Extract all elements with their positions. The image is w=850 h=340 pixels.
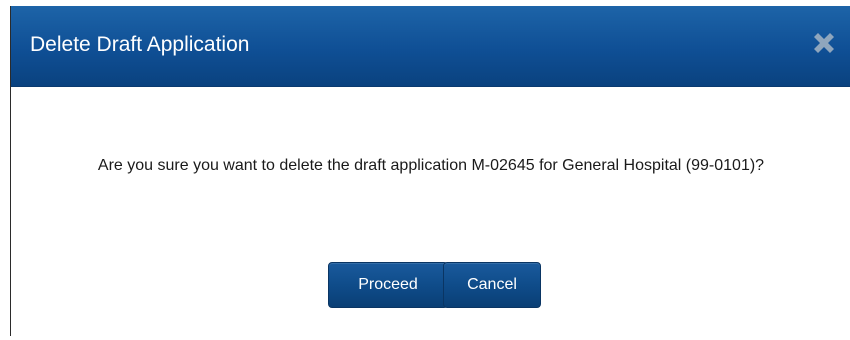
dialog-actions: Proceed Cancel [11, 262, 850, 308]
delete-draft-dialog: Delete Draft Application Are you sure yo… [10, 6, 850, 336]
dialog-body: Are you sure you want to delete the draf… [11, 87, 850, 340]
close-button[interactable] [809, 28, 839, 58]
dialog-title: Delete Draft Application [30, 33, 250, 56]
close-icon [814, 33, 834, 53]
proceed-button[interactable]: Proceed [328, 262, 448, 308]
dialog-header: Delete Draft Application [11, 6, 850, 87]
confirmation-message: Are you sure you want to delete the draf… [97, 157, 765, 174]
cancel-button[interactable]: Cancel [443, 262, 541, 308]
